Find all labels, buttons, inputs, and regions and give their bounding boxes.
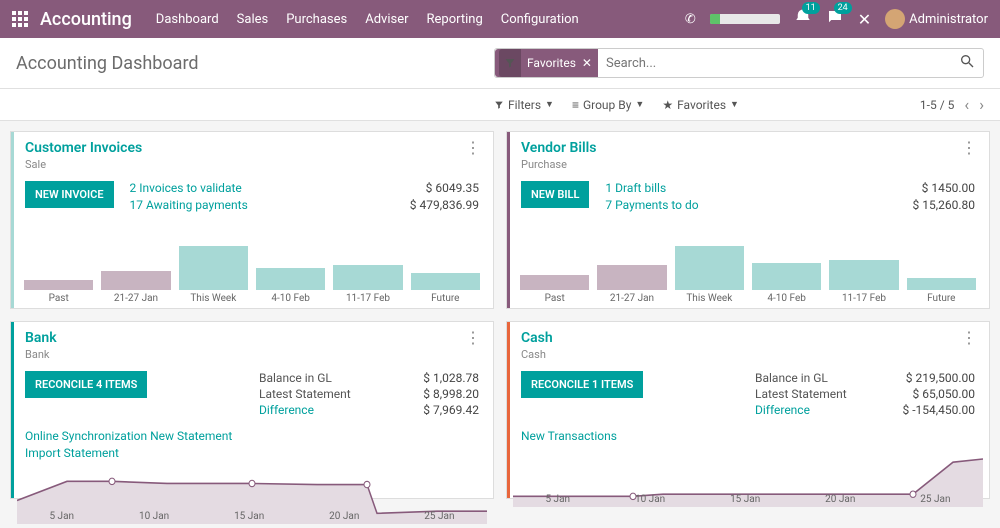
mail-icon[interactable]: 11 bbox=[794, 8, 812, 30]
link-draft-bills[interactable]: 1 Draft bills bbox=[605, 181, 698, 195]
amount: $ 15,260.80 bbox=[913, 198, 975, 212]
pager: 1-5 / 5 ‹ › bbox=[920, 95, 984, 114]
card-stripe bbox=[11, 322, 14, 498]
favorites-dropdown[interactable]: ★Favorites▼ bbox=[662, 98, 739, 112]
amount: $ 1450.00 bbox=[913, 181, 975, 195]
stat-label: Latest Statement bbox=[259, 387, 351, 401]
stat-label: Latest Statement bbox=[755, 387, 847, 401]
user-menu[interactable]: Administrator bbox=[885, 9, 988, 29]
groupby-dropdown[interactable]: ≡Group By▼ bbox=[572, 98, 644, 112]
line-chart: 5 Jan10 Jan15 Jan20 Jan25 Jan bbox=[513, 443, 983, 507]
menu-reporting[interactable]: Reporting bbox=[427, 12, 483, 27]
search-input[interactable] bbox=[598, 56, 951, 71]
card-subtitle: Purchase bbox=[521, 158, 596, 171]
link-awaiting-payments[interactable]: 17 Awaiting payments bbox=[130, 198, 248, 212]
amount: $ 479,836.99 bbox=[410, 198, 479, 212]
main-menu: Dashboard Sales Purchases Adviser Report… bbox=[156, 12, 579, 27]
card-bank: Bank Bank ⋮ RECONCILE 4 ITEMS Balance in… bbox=[10, 321, 494, 499]
kebab-icon[interactable]: ⋮ bbox=[961, 330, 977, 346]
menu-configuration[interactable]: Configuration bbox=[501, 12, 579, 27]
kebab-icon[interactable]: ⋮ bbox=[465, 140, 481, 156]
dashboard: Customer Invoices Sale ⋮ NEW INVOICE 2 I… bbox=[0, 121, 1000, 509]
user-name: Administrator bbox=[909, 12, 988, 27]
search-box[interactable]: Favorites ✕ bbox=[494, 48, 984, 78]
bar-chart: Past21-27 JanThis Week4-10 Feb11-17 FebF… bbox=[11, 221, 493, 308]
new-bill-button[interactable]: NEW BILL bbox=[521, 181, 589, 208]
stat-value: $ 8,998.20 bbox=[423, 387, 479, 401]
card-stripe bbox=[507, 322, 510, 498]
link-invoices-to-validate[interactable]: 2 Invoices to validate bbox=[130, 181, 248, 195]
link-import-statement[interactable]: Import Statement bbox=[25, 446, 479, 460]
funnel-icon bbox=[499, 49, 521, 77]
card-subtitle: Sale bbox=[25, 158, 142, 171]
subheader: Accounting Dashboard Favorites ✕ bbox=[0, 38, 1000, 89]
link-online-sync[interactable]: Online Synchronization New Statement bbox=[25, 429, 479, 443]
card-cash: Cash Cash ⋮ RECONCILE 1 ITEMS Balance in… bbox=[506, 321, 990, 499]
card-customer-invoices: Customer Invoices Sale ⋮ NEW INVOICE 2 I… bbox=[10, 131, 494, 309]
avatar bbox=[885, 9, 905, 29]
link-difference[interactable]: Difference bbox=[755, 403, 810, 417]
facet-label: Favorites bbox=[527, 56, 576, 70]
page-title: Accounting Dashboard bbox=[16, 53, 199, 74]
mail-badge: 11 bbox=[802, 2, 820, 14]
link-new-transactions[interactable]: New Transactions bbox=[521, 429, 975, 443]
pager-prev[interactable]: ‹ bbox=[964, 95, 969, 114]
menu-sales[interactable]: Sales bbox=[237, 12, 269, 27]
stat-value: $ 65,050.00 bbox=[913, 387, 975, 401]
card-title[interactable]: Cash bbox=[521, 330, 553, 346]
line-chart: 5 Jan10 Jan15 Jan20 Jan25 Jan bbox=[17, 460, 487, 524]
chat-icon[interactable]: 24 bbox=[826, 8, 844, 30]
chat-badge: 24 bbox=[834, 2, 852, 14]
reconcile-button[interactable]: RECONCILE 1 ITEMS bbox=[521, 371, 643, 398]
menu-purchases[interactable]: Purchases bbox=[286, 12, 347, 27]
close-icon[interactable]: ✕ bbox=[858, 10, 871, 29]
stat-value: $ 1,028.78 bbox=[423, 371, 479, 385]
menu-adviser[interactable]: Adviser bbox=[365, 12, 408, 27]
link-difference[interactable]: Difference bbox=[259, 403, 314, 417]
search-icon[interactable] bbox=[951, 53, 983, 73]
stat-value: $ 219,500.00 bbox=[906, 371, 975, 385]
menu-dashboard[interactable]: Dashboard bbox=[156, 12, 219, 27]
apps-icon[interactable] bbox=[12, 11, 28, 27]
search-facet: Favorites ✕ bbox=[495, 49, 598, 77]
card-subtitle: Cash bbox=[521, 348, 553, 361]
kebab-icon[interactable]: ⋮ bbox=[465, 330, 481, 346]
facet-remove-icon[interactable]: ✕ bbox=[576, 56, 598, 70]
card-title[interactable]: Customer Invoices bbox=[25, 140, 142, 156]
link-payments-to-do[interactable]: 7 Payments to do bbox=[605, 198, 698, 212]
kebab-icon[interactable]: ⋮ bbox=[961, 140, 977, 156]
new-invoice-button[interactable]: NEW INVOICE bbox=[25, 181, 114, 208]
progress-bar[interactable] bbox=[710, 14, 780, 24]
topbar: Accounting Dashboard Sales Purchases Adv… bbox=[0, 0, 1000, 38]
card-subtitle: Bank bbox=[25, 348, 57, 361]
bar-chart: Past21-27 JanThis Week4-10 Feb11-17 FebF… bbox=[507, 221, 989, 308]
card-vendor-bills: Vendor Bills Purchase ⋮ NEW BILL 1 Draft… bbox=[506, 131, 990, 309]
stat-label: Balance in GL bbox=[259, 371, 332, 385]
stat-value: $ -154,450.00 bbox=[902, 403, 975, 417]
toolbar: Filters▼ ≡Group By▼ ★Favorites▼ 1-5 / 5 … bbox=[0, 89, 1000, 121]
stat-value: $ 7,969.42 bbox=[423, 403, 479, 417]
stat-label: Balance in GL bbox=[755, 371, 828, 385]
phone-icon[interactable]: ✆ bbox=[685, 12, 696, 27]
pager-next[interactable]: › bbox=[979, 95, 984, 114]
app-name[interactable]: Accounting bbox=[40, 9, 132, 30]
reconcile-button[interactable]: RECONCILE 4 ITEMS bbox=[25, 371, 147, 398]
amount: $ 6049.35 bbox=[410, 181, 479, 195]
filters-dropdown[interactable]: Filters▼ bbox=[494, 98, 554, 112]
card-title[interactable]: Bank bbox=[25, 330, 57, 346]
pager-count: 1-5 / 5 bbox=[920, 98, 954, 112]
card-title[interactable]: Vendor Bills bbox=[521, 140, 596, 156]
